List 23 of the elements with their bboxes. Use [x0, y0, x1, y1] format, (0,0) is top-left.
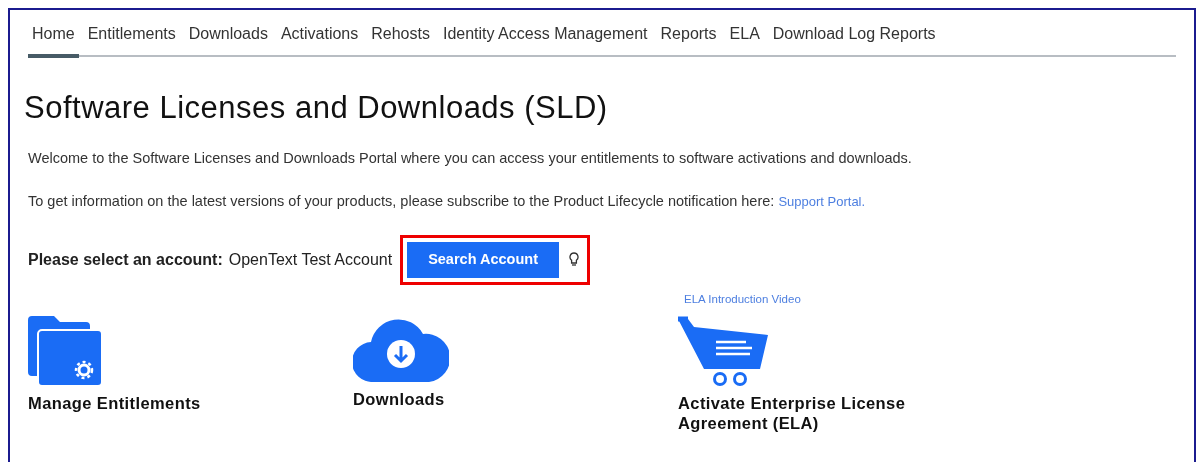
ela-video-link[interactable]: ELA Introduction Video [684, 290, 801, 308]
page-title: Software Licenses and Downloads (SLD) [24, 89, 609, 127]
tile-label[interactable]: Downloads [353, 389, 678, 410]
support-portal-link[interactable]: Support Portal. [778, 194, 866, 210]
welcome-text: Welcome to the Software Licenses and Downloads Portal where you can access your entitlements to software activations and downloads. [28, 148, 913, 168]
nav-tab[interactable]: Activations [276, 22, 363, 58]
nav-tab[interactable]: Downloads [184, 22, 272, 58]
nav-tab[interactable]: Reports [656, 22, 721, 58]
nav-tab[interactable]: ELA [725, 22, 764, 58]
account-name: OpenText Test Account [228, 249, 393, 270]
lightbulb-icon[interactable] [569, 252, 579, 268]
search-account-button[interactable]: Search Account [407, 242, 559, 278]
shopping-cart-icon[interactable] [678, 315, 770, 386]
nav-tab[interactable]: Identity Access Management [438, 22, 652, 58]
info-text: To get information on the latest versions of your products, please subscribe to the Product Lifecycle notification here: Support Portal. [28, 192, 867, 212]
nav-tab[interactable]: Download Log Reports [768, 22, 940, 58]
tile-label[interactable]: Activate Enterprise License Agreement (ELA) [678, 393, 958, 434]
account-label: Please select an account: [28, 249, 223, 270]
nav-tab[interactable]: Home [28, 22, 79, 58]
nav-tab[interactable]: Rehosts [367, 22, 434, 58]
nav-tab[interactable]: Entitlements [83, 22, 180, 58]
folder-gear-icon[interactable] [28, 315, 102, 386]
tile-label[interactable]: Manage Entitlements [28, 393, 353, 414]
